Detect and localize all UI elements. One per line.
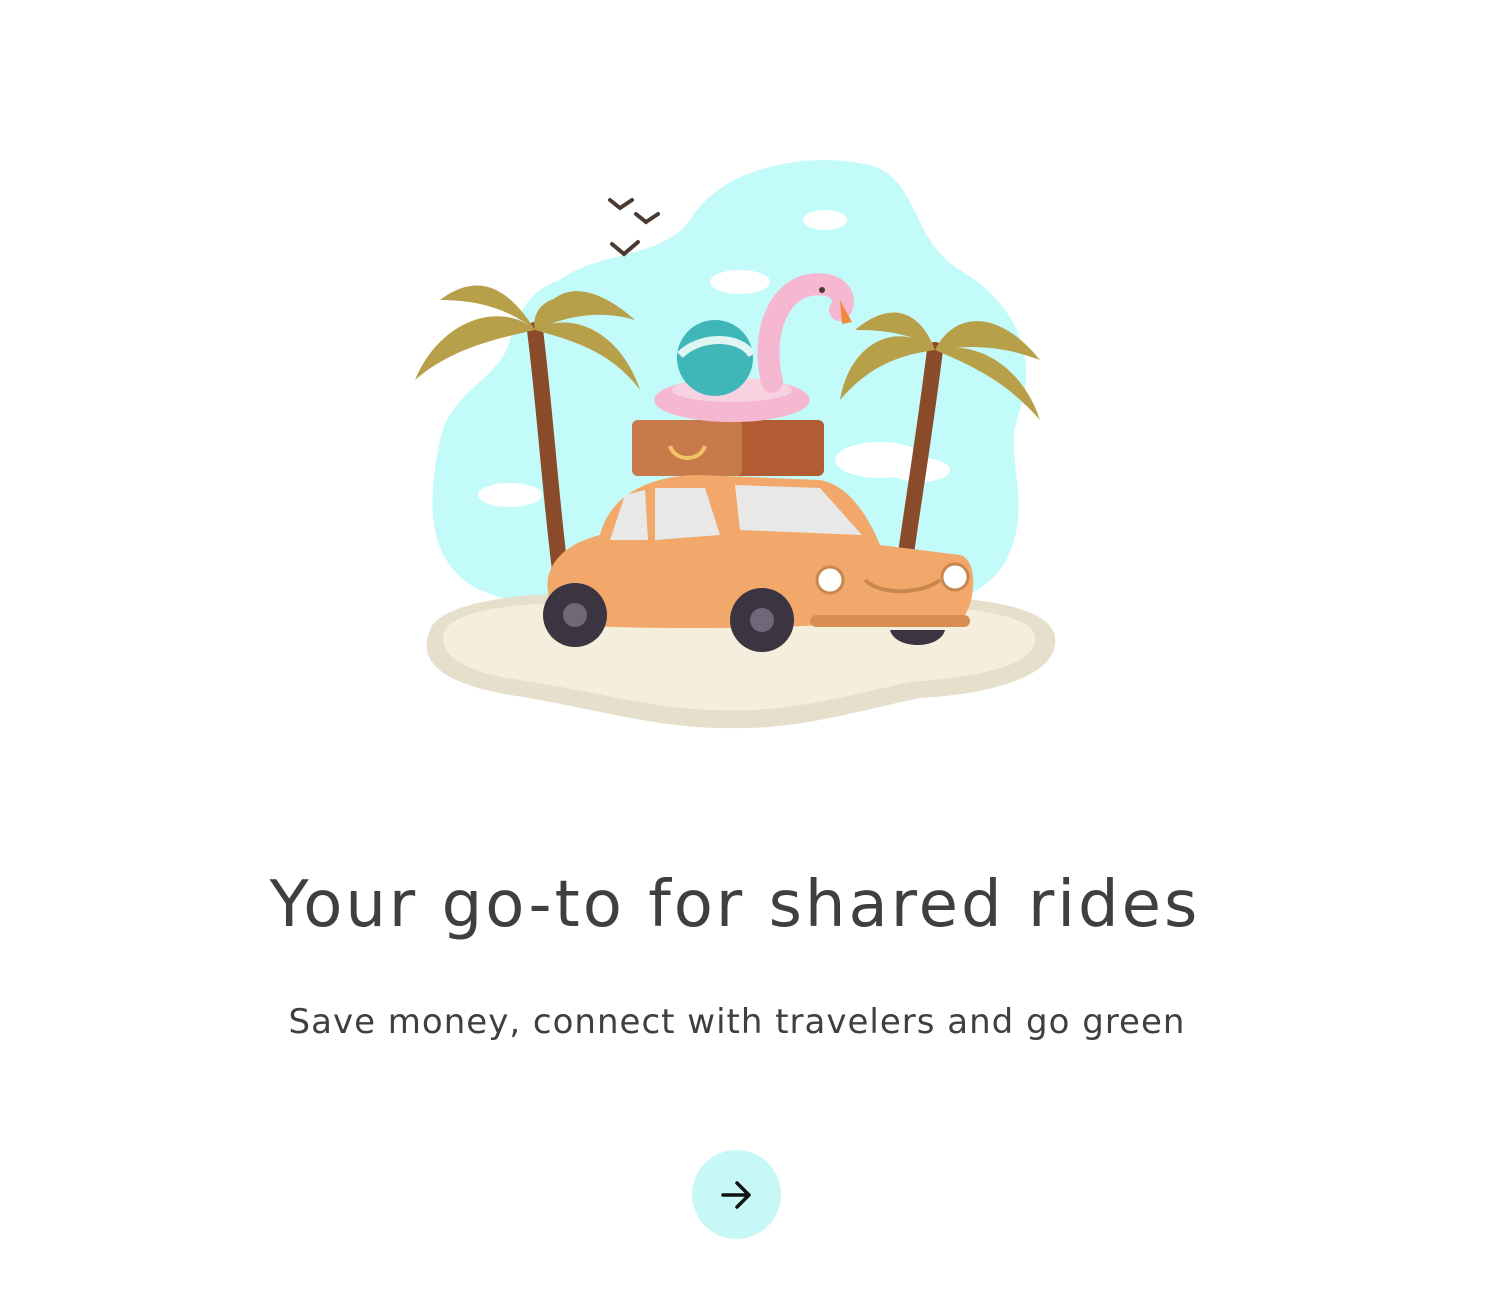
birds-icon <box>608 198 660 257</box>
arrow-right-icon <box>720 1180 751 1209</box>
beach-ball <box>677 320 753 396</box>
next-button[interactable] <box>692 1150 781 1239</box>
car-on-beach-illustration <box>415 160 1056 729</box>
onboarding-screen: Your go-to for shared rides Save money, … <box>0 0 1508 1314</box>
page-subtitle: Save money, connect with travelers and g… <box>288 1002 1186 1042</box>
page-title: Your go-to for shared rides <box>269 868 1201 942</box>
